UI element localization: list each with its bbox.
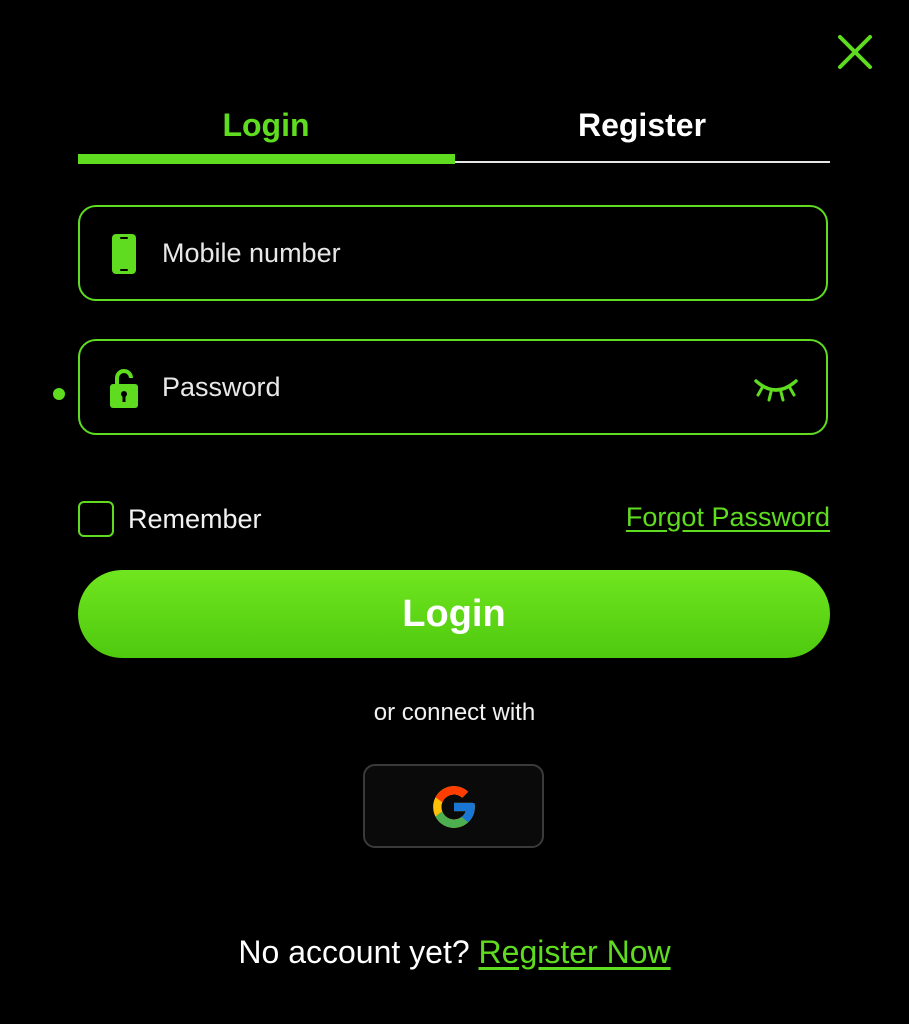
login-button[interactable]: Login: [78, 570, 830, 658]
social-connect-label: or connect with: [373, 699, 536, 726]
forgot-password-link[interactable]: Forgot Password: [626, 502, 830, 533]
google-login-button[interactable]: [363, 764, 544, 848]
phone-icon: [112, 234, 136, 274]
register-now-link[interactable]: Register Now: [479, 934, 671, 970]
focus-indicator-dot: [53, 388, 65, 400]
eye-closed-icon[interactable]: [752, 371, 800, 405]
register-prompt: No account yet? Register Now: [0, 934, 909, 971]
password-field[interactable]: [78, 339, 828, 435]
register-prompt-text: No account yet?: [238, 934, 470, 970]
tab-login[interactable]: Login: [78, 100, 454, 150]
remember-checkbox[interactable]: [78, 501, 114, 537]
remember-toggle[interactable]: Remember: [78, 498, 262, 540]
active-tab-indicator: [78, 154, 455, 164]
mobile-field[interactable]: [78, 205, 828, 301]
lock-icon: [110, 369, 138, 408]
auth-tabs: Login Register: [78, 100, 830, 166]
google-icon: [433, 786, 475, 828]
tab-register[interactable]: Register: [454, 100, 830, 150]
remember-label: Remember: [128, 503, 262, 534]
close-icon[interactable]: [836, 33, 874, 71]
password-input[interactable]: [162, 363, 742, 411]
mobile-input[interactable]: [162, 229, 742, 277]
login-modal: Login Register Remember: [0, 0, 909, 1024]
